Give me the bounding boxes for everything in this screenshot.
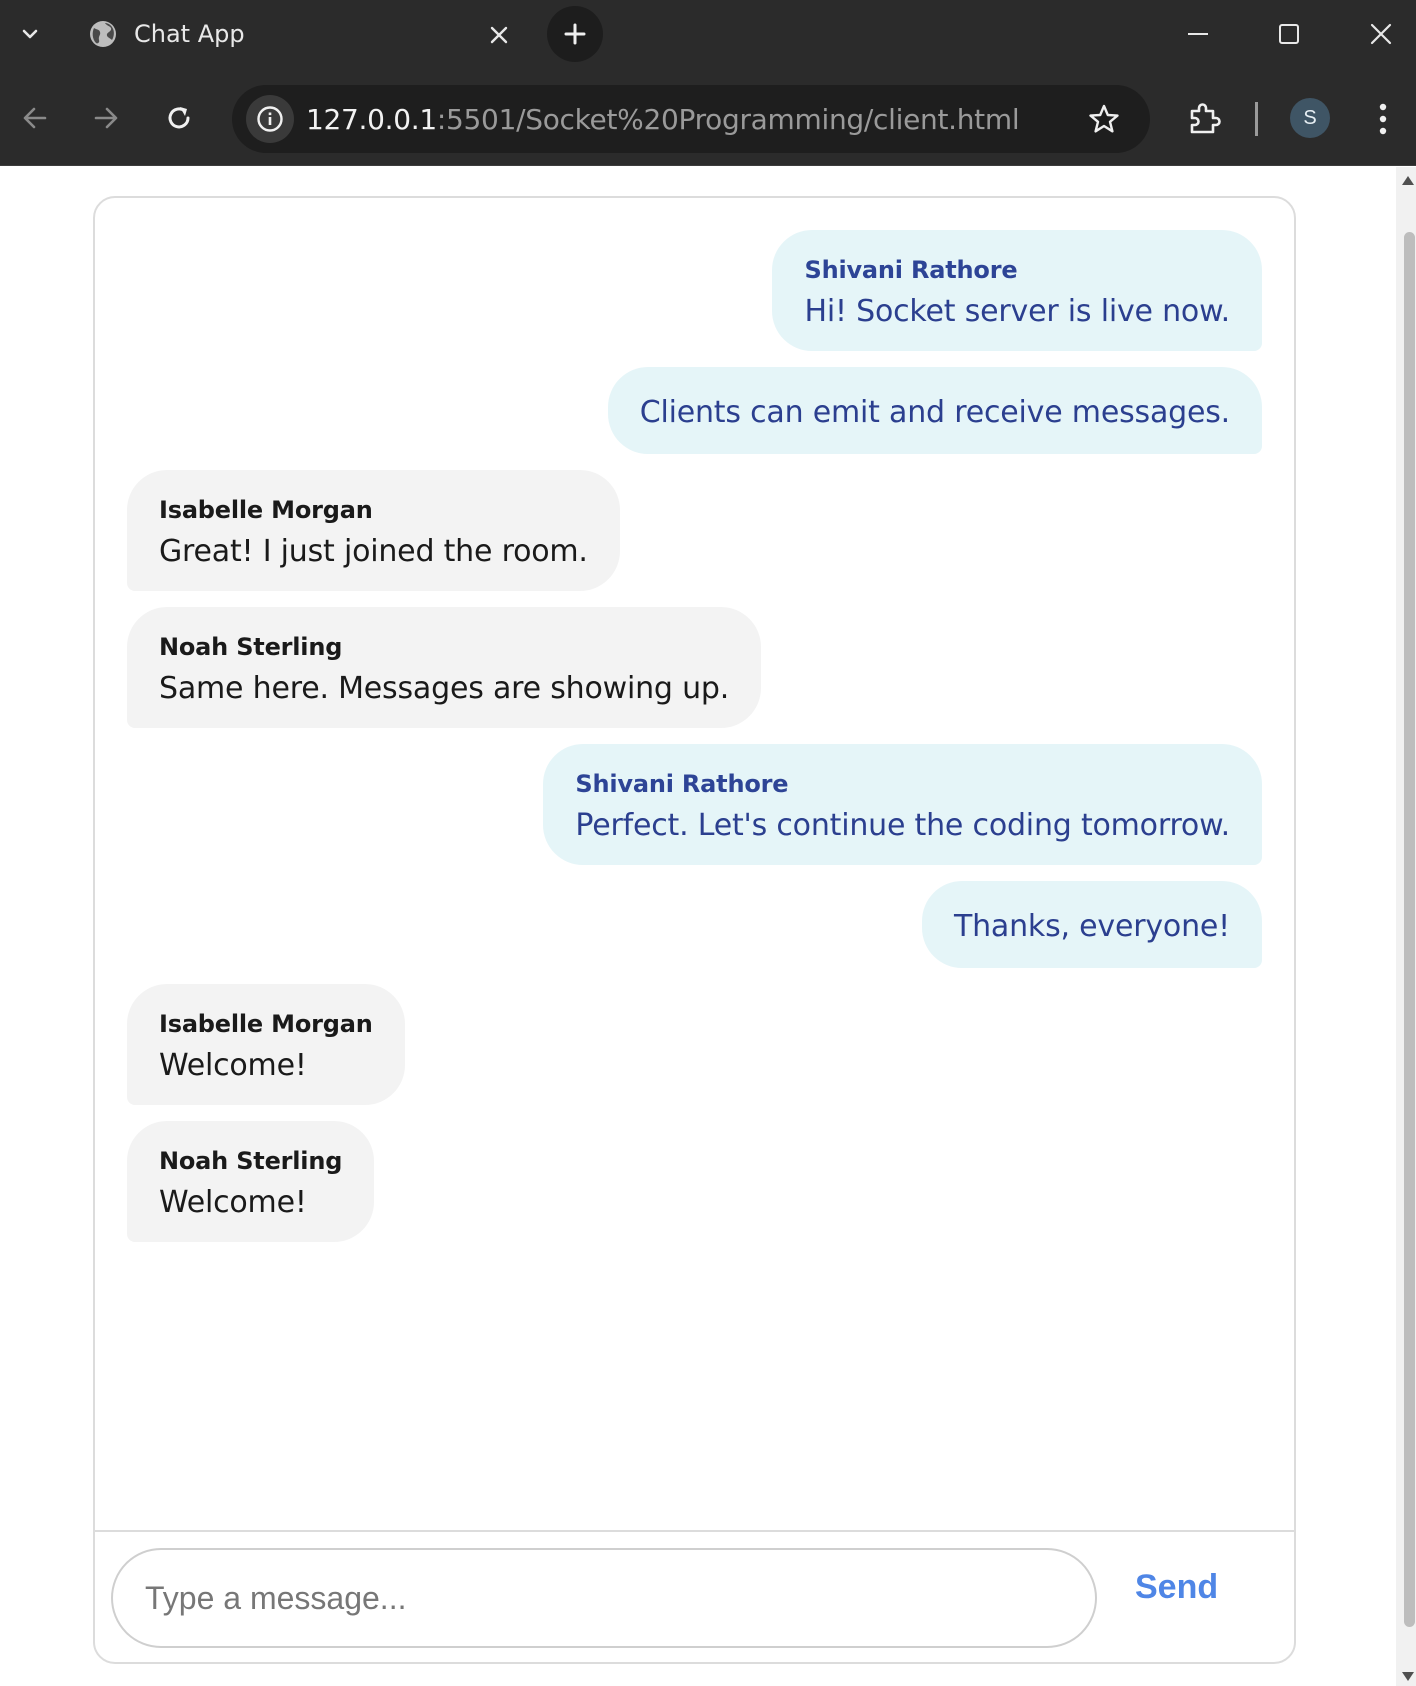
message-text: Welcome! bbox=[159, 1048, 307, 1083]
url-text[interactable]: 127.0.0.1:5501/Socket%20Programming/clie… bbox=[306, 103, 1020, 136]
message-text: Welcome! bbox=[159, 1185, 307, 1220]
message-composer: Send bbox=[95, 1530, 1294, 1662]
url-path: :5501/Socket%20Programming/client.html bbox=[436, 103, 1020, 136]
scroll-up-arrow-icon[interactable] bbox=[1402, 176, 1414, 185]
site-info-icon[interactable] bbox=[246, 95, 294, 143]
message-sender: Noah Sterling bbox=[159, 1147, 343, 1175]
message-text: Same here. Messages are showing up. bbox=[159, 671, 730, 706]
plus-icon bbox=[564, 23, 586, 45]
browser-toolbar: 127.0.0.1:5501/Socket%20Programming/clie… bbox=[0, 70, 1416, 166]
globe-icon bbox=[88, 19, 118, 49]
address-bar[interactable]: 127.0.0.1:5501/Socket%20Programming/clie… bbox=[232, 85, 1150, 153]
new-tab-button[interactable] bbox=[547, 6, 603, 62]
received-message-bubble: Noah Sterling Welcome! bbox=[127, 1121, 375, 1242]
sent-message-bubble: Shivani Rathore Perfect. Let's continue t… bbox=[543, 744, 1262, 865]
message-list[interactable]: Shivani Rathore Hi! Socket server is live… bbox=[95, 198, 1294, 1530]
chat-container: Shivani Rathore Hi! Socket server is live… bbox=[93, 196, 1296, 1664]
sent-message-bubble: Shivani Rathore Hi! Socket server is live… bbox=[772, 230, 1262, 351]
message-text: Hi! Socket server is live now. bbox=[804, 294, 1230, 329]
browser-tab-strip: Chat App bbox=[0, 0, 1416, 70]
message-sender: Isabelle Morgan bbox=[159, 1010, 373, 1038]
scroll-down-arrow-icon[interactable] bbox=[1402, 1672, 1414, 1681]
message-sender: Shivani Rathore bbox=[804, 256, 1018, 284]
message-text: Perfect. Let's continue the coding tomor… bbox=[575, 808, 1230, 843]
url-host: 127.0.0.1 bbox=[306, 103, 437, 136]
received-message-bubble: Isabelle Morgan Great! I just joined the … bbox=[127, 470, 620, 591]
bookmark-star-icon[interactable] bbox=[1084, 99, 1124, 139]
tab-title: Chat App bbox=[134, 20, 245, 48]
profile-avatar[interactable]: S bbox=[1290, 98, 1330, 138]
sent-message-bubble: Clients can emit and receive messages. bbox=[607, 367, 1262, 454]
received-message-bubble: Isabelle Morgan Welcome! bbox=[127, 984, 405, 1105]
toolbar-divider bbox=[1255, 102, 1258, 136]
tab-search-chevron-icon[interactable] bbox=[10, 14, 50, 54]
maximize-window-icon[interactable] bbox=[1266, 12, 1312, 56]
received-message-bubble: Noah Sterling Same here. Messages are sho… bbox=[127, 607, 762, 728]
minimize-window-icon[interactable] bbox=[1175, 12, 1221, 56]
message-sender: Noah Sterling bbox=[159, 633, 343, 661]
close-window-icon[interactable] bbox=[1358, 12, 1404, 56]
message-text: Great! I just joined the room. bbox=[159, 534, 588, 569]
reload-icon[interactable] bbox=[156, 95, 202, 141]
back-arrow-icon[interactable] bbox=[12, 95, 58, 141]
message-sender: Isabelle Morgan bbox=[159, 496, 373, 524]
forward-arrow-icon[interactable] bbox=[83, 95, 129, 141]
message-input[interactable] bbox=[111, 1548, 1097, 1648]
kebab-menu-icon[interactable] bbox=[1368, 96, 1398, 142]
message-sender: Shivani Rathore bbox=[575, 770, 789, 798]
sent-message-bubble: Thanks, everyone! bbox=[921, 881, 1262, 968]
message-text: Thanks, everyone! bbox=[953, 909, 1230, 944]
message-text: Clients can emit and receive messages. bbox=[639, 395, 1230, 430]
browser-tab[interactable]: Chat App bbox=[74, 0, 526, 70]
close-tab-icon[interactable] bbox=[482, 18, 516, 52]
send-button[interactable]: Send bbox=[1135, 1568, 1218, 1607]
extensions-puzzle-icon[interactable] bbox=[1180, 94, 1228, 142]
scrollbar-thumb[interactable] bbox=[1404, 232, 1415, 1627]
